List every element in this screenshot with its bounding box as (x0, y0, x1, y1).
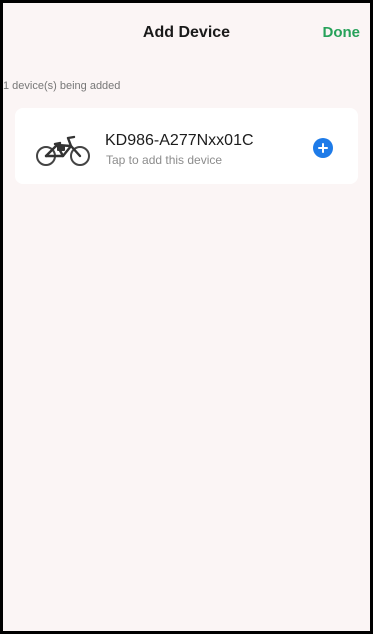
add-plus-icon[interactable] (313, 138, 333, 158)
devices-adding-label: 1 device(s) being added (3, 80, 121, 92)
page-title: Add Device (142, 24, 231, 41)
nav-header: Add Device Done (3, 3, 370, 61)
device-subtitle: Tap to add this device (106, 153, 223, 167)
device-card[interactable]: KD986-A277Nxx01C Tap to add this device (15, 108, 358, 184)
bicycle-icon (36, 135, 90, 166)
app-screen: Add Device Done 1 device(s) being added … (3, 3, 370, 631)
done-button[interactable]: Done (323, 24, 361, 41)
device-name: KD986-A277Nxx01C (105, 132, 254, 149)
